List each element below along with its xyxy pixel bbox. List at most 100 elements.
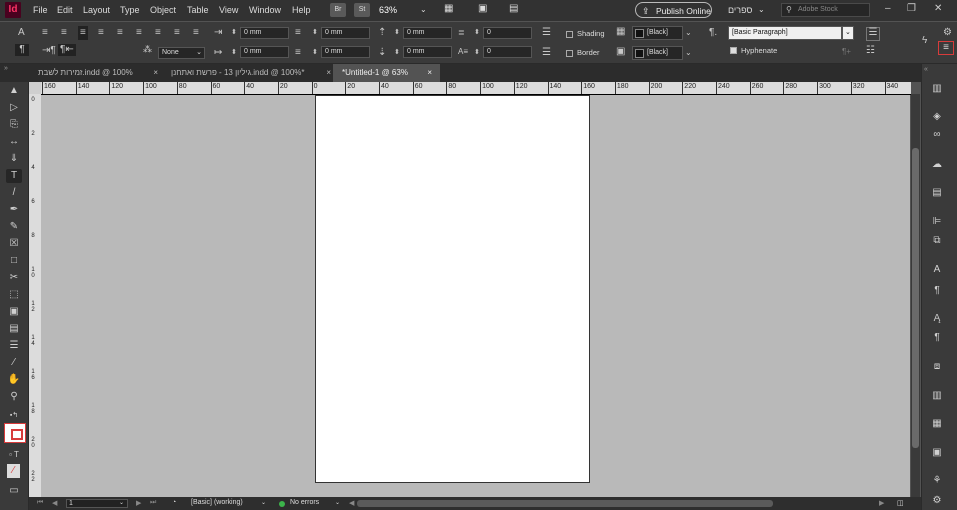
border-checkbox[interactable] — [566, 50, 573, 57]
numbering-select[interactable]: None ⌄ — [158, 47, 205, 59]
pathfinder-icon[interactable]: ⧉ — [929, 234, 945, 248]
menu-table[interactable]: Table — [187, 5, 209, 15]
pencil-tool-icon[interactable]: ✎ — [6, 220, 22, 234]
collapse-toolbar-icon[interactable]: » — [4, 65, 8, 72]
align-towards-spine-icon[interactable]: ≡ — [174, 28, 180, 38]
menu-object[interactable]: Object — [150, 5, 176, 15]
restore-icon[interactable]: ❐ — [907, 3, 916, 14]
menu-window[interactable]: Window — [249, 5, 281, 15]
apply-none-icon[interactable]: ⁄ — [7, 464, 20, 478]
close-icon[interactable]: × — [153, 64, 158, 82]
preflight-profile-icon[interactable]: ◔ — [172, 499, 176, 506]
rectangle-frame-tool-icon[interactable]: ☒ — [6, 237, 22, 251]
character-styles-icon[interactable]: Ą — [929, 312, 945, 326]
paragraph-formatting-icon[interactable]: ¶ — [15, 44, 29, 56]
border-settings-icon[interactable]: ▣ — [616, 47, 625, 57]
lightning-icon[interactable]: ϟ — [922, 36, 927, 46]
preflight-status[interactable]: No errors — [290, 499, 319, 506]
layers-panel-icon[interactable]: ◈ — [929, 110, 945, 124]
pen-tool-icon[interactable]: ✒ — [6, 203, 22, 217]
paragraph-styles-panel-icon[interactable]: ☰ — [866, 27, 880, 41]
scissors-tool-icon[interactable]: ✂ — [6, 271, 22, 285]
paragraph-style-select[interactable]: [Basic Paragraph] — [728, 26, 842, 40]
space-before-field[interactable]: 0 mm — [403, 27, 452, 39]
right-indent-field[interactable]: 0 mm — [321, 27, 370, 39]
character-formatting-icon[interactable]: A — [18, 28, 25, 38]
rectangle-tool-icon[interactable]: □ — [6, 254, 22, 268]
numbered-list-icon[interactable]: ☰ — [542, 48, 551, 58]
previous-page-icon[interactable]: ◀ — [52, 499, 57, 507]
close-icon[interactable]: × — [427, 64, 432, 82]
justify-center-icon[interactable]: ≡ — [117, 28, 123, 38]
gradient-tool-icon[interactable]: ▣ — [6, 305, 22, 319]
menu-view[interactable]: View — [219, 5, 238, 15]
screen-mode-icon[interactable]: ▣ — [478, 3, 487, 14]
ltr-direction-icon[interactable]: ⇥¶ — [42, 46, 56, 56]
paragraph-style-chevron-icon[interactable]: ⌄ — [842, 26, 854, 40]
rtl-direction-icon[interactable]: ¶⇤ — [58, 44, 76, 56]
content-collector-icon[interactable]: ⇓ — [6, 152, 22, 166]
gear-icon[interactable]: ⚙ — [943, 28, 952, 38]
grid-align-icon[interactable]: ☷ — [866, 46, 875, 56]
arrange-documents-icon[interactable]: ▤ — [509, 3, 518, 14]
right-indent-stepper-icon[interactable]: ⬍ — [312, 28, 318, 38]
type-tool-icon[interactable]: T — [6, 169, 22, 183]
gradient-feather-tool-icon[interactable]: ▤ — [6, 322, 22, 336]
border-chevron-icon[interactable]: ⌄ — [685, 48, 692, 58]
menu-layout[interactable]: Layout — [83, 5, 110, 15]
close-icon[interactable]: × — [326, 64, 331, 82]
space-after-field[interactable]: 0 mm — [403, 46, 452, 58]
paragraph-styles-icon[interactable]: ¶ — [929, 331, 945, 345]
swatches-panel-icon[interactable]: ▥ — [929, 389, 945, 403]
format-container-icon[interactable]: ▫ T — [6, 448, 22, 462]
align-away-spine-icon[interactable]: ≡ — [193, 28, 199, 38]
close-window-icon[interactable]: ✕ — [934, 3, 942, 14]
text-wrap-icon[interactable]: ⧈ — [929, 360, 945, 374]
clear-overrides-icon[interactable]: ¶+ — [842, 47, 851, 57]
table-styles-icon[interactable]: ▣ — [929, 446, 945, 460]
drop-lines-stepper-icon[interactable]: ⬍ — [474, 28, 480, 38]
horizontal-ruler[interactable]: 160 140 120 100 80 60 40 20 0 20 40 60 80 100 120 140 16… — [41, 82, 911, 95]
shading-chevron-icon[interactable]: ⌄ — [685, 28, 692, 38]
next-page-icon[interactable]: ▶ — [136, 499, 141, 507]
first-indent-stepper-icon[interactable]: ⬍ — [231, 48, 237, 58]
links-panel-icon[interactable]: ∞ — [929, 128, 945, 142]
default-colors-icon[interactable]: ▪↰ — [6, 409, 22, 423]
align-left-icon[interactable]: ≡ — [42, 28, 48, 38]
workspace-chevron-icon[interactable]: ⌄ — [758, 5, 765, 14]
left-indent-stepper-icon[interactable]: ⬍ — [231, 28, 237, 38]
drop-chars-stepper-icon[interactable]: ⬍ — [474, 48, 480, 58]
drop-cap-lines-field[interactable]: 0 — [483, 27, 532, 39]
bridge-button[interactable]: Br — [330, 3, 346, 17]
eyedropper-tool-icon[interactable]: ⁄ — [6, 356, 22, 370]
stroke-panel-icon[interactable]: ▤ — [929, 186, 945, 200]
adobe-stock-search[interactable]: ⚲ Adobe Stock — [781, 3, 870, 17]
effects-panel-icon[interactable]: ⚙ — [929, 494, 945, 508]
justify-left-icon[interactable]: ≡ — [98, 28, 104, 38]
left-indent-field[interactable]: 0 mm — [240, 27, 289, 39]
tab-document-2[interactable]: גיליון 13 - פרשת ואתחנן.indd @ 100%* × — [165, 64, 331, 82]
menu-help[interactable]: Help — [292, 5, 311, 15]
justify-right-icon[interactable]: ≡ — [136, 28, 142, 38]
vertical-scrollbar-thumb[interactable] — [912, 148, 919, 448]
direct-selection-tool-icon[interactable]: ▷ — [6, 101, 22, 115]
page-tool-icon[interactable]: ⎘ — [6, 118, 22, 132]
profile-chevron-icon[interactable]: ⌄ — [261, 499, 266, 506]
hyphenate-checkbox[interactable] — [730, 47, 737, 54]
fill-stroke-icon[interactable] — [4, 423, 26, 443]
tab-untitled-1[interactable]: *Untitled-1 @ 63% × — [333, 64, 440, 82]
scroll-right-icon[interactable]: ▶ — [879, 499, 884, 507]
tab-document-1[interactable]: זמירות לשבת.indd @ 100% × — [32, 64, 162, 82]
paragraph-panel-icon[interactable]: ¶ — [929, 284, 945, 298]
horizontal-scrollbar-thumb[interactable] — [357, 500, 773, 507]
shading-settings-icon[interactable]: ▦ — [616, 27, 625, 37]
expand-panels-icon[interactable]: « — [924, 66, 928, 73]
menu-type[interactable]: Type — [120, 5, 140, 15]
shading-checkbox[interactable] — [566, 31, 573, 38]
free-transform-tool-icon[interactable]: ⬚ — [6, 288, 22, 302]
errors-chevron-icon[interactable]: ⌄ — [335, 499, 340, 506]
split-window-icon[interactable]: ◫ — [897, 499, 904, 507]
stock-button[interactable]: St — [354, 3, 370, 17]
align-center-icon[interactable]: ≡ — [61, 28, 67, 38]
pages-panel-icon[interactable]: ▥ — [929, 82, 945, 96]
